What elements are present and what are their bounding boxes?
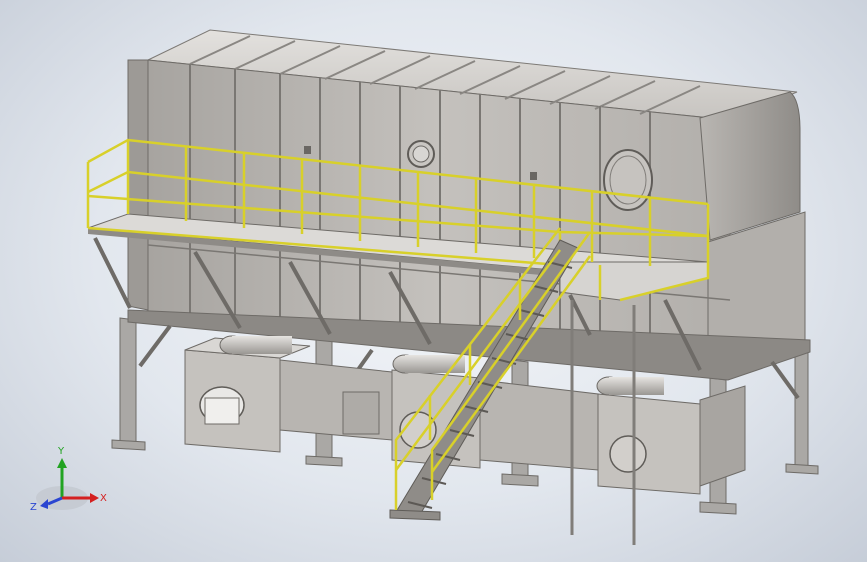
y-axis-label: Y (57, 446, 65, 457)
equipment-model[interactable] (0, 0, 867, 562)
coordinate-triad[interactable]: Y X Z (28, 438, 118, 518)
z-axis-label: Z (30, 502, 37, 513)
access-door (603, 149, 653, 211)
x-axis-label: X (100, 493, 107, 504)
3d-viewport[interactable]: Y X Z (0, 0, 867, 562)
housing-left-end (127, 59, 149, 311)
duct-right (479, 379, 599, 471)
